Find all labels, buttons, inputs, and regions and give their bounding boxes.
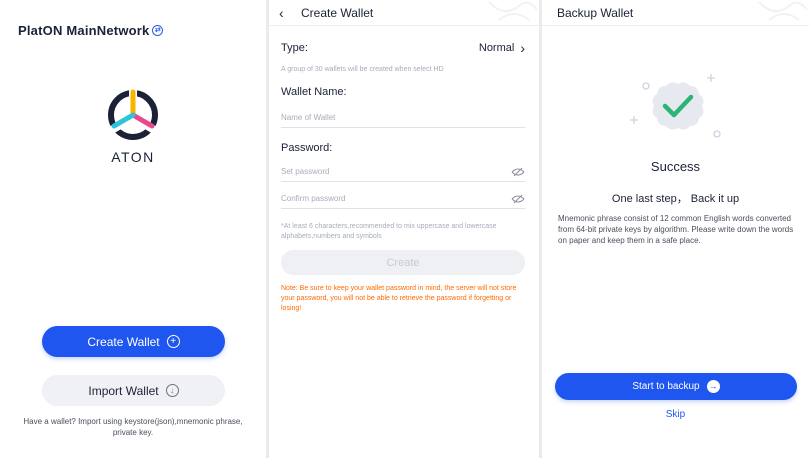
switch-icon[interactable]: ⇄ <box>152 25 164 36</box>
success-check-icon <box>630 74 721 138</box>
backup-description: Mnemonic phrase consist of 12 common Eng… <box>558 214 794 245</box>
plus-circle-icon: + <box>166 335 180 348</box>
corner-decoration <box>758 1 808 21</box>
import-wallet-label: Import Wallet <box>88 383 159 398</box>
page-title: Create Wallet <box>301 5 374 20</box>
chevron-right-icon: › <box>520 40 525 56</box>
back-icon[interactable]: ‹ <box>279 5 301 21</box>
eye-hidden-icon[interactable] <box>511 194 525 204</box>
create-wallet-label: Create Wallet <box>87 334 160 349</box>
network-title: PlatON MainNetwork <box>18 23 150 38</box>
create-wallet-screen: ‹ Create Wallet Type: Normal › A group o… <box>269 0 539 458</box>
confirm-password-field[interactable]: Confirm password <box>281 189 525 209</box>
eye-hidden-icon[interactable] <box>511 167 525 177</box>
corner-decoration <box>488 1 538 21</box>
import-wallet-button[interactable]: Import Wallet ↓ <box>42 375 225 406</box>
skip-link[interactable]: Skip <box>542 409 809 420</box>
arrow-right-circle-icon: → <box>706 380 720 393</box>
backup-wallet-screen: Backup Wallet Success One last step， Bac… <box>542 0 809 458</box>
import-hint: Have a wallet? Import using keystore(jso… <box>23 417 243 437</box>
success-title: Success <box>650 159 701 174</box>
password-hint: *At least 6 characters,recommended to mi… <box>281 223 497 240</box>
type-value: Normal <box>478 42 515 54</box>
page-title: Backup Wallet <box>557 5 634 20</box>
wallet-type-selector[interactable]: Type: Normal › <box>281 40 525 56</box>
password-label: Password: <box>281 142 333 154</box>
welcome-screen: PlatON MainNetwork ⇄ ATON Create Wallet … <box>0 0 266 458</box>
start-backup-button[interactable]: Start to backup → <box>555 373 797 400</box>
password-placeholder: Set password <box>281 167 330 176</box>
type-label: Type: <box>281 42 308 54</box>
password-warning: Note: Be sure to keep your wallet passwo… <box>281 285 517 312</box>
password-field[interactable]: Set password <box>281 162 525 182</box>
wallet-name-field[interactable]: Name of Wallet <box>281 108 525 128</box>
aton-logo <box>107 87 159 140</box>
backup-subtitle: One last step， Back it up <box>611 193 740 205</box>
brand-name: ATON <box>111 149 155 165</box>
wallet-name-placeholder: Name of Wallet <box>281 113 336 122</box>
download-circle-icon: ↓ <box>165 384 179 397</box>
create-button[interactable]: Create <box>281 250 525 275</box>
start-backup-label: Start to backup <box>632 381 700 392</box>
type-hint: A group of 30 wallets will be created wh… <box>281 66 444 73</box>
confirm-password-placeholder: Confirm password <box>281 194 346 203</box>
create-wallet-button[interactable]: Create Wallet + <box>42 326 225 357</box>
wallet-name-label: Wallet Name: <box>281 86 347 98</box>
network-selector[interactable]: PlatON MainNetwork ⇄ <box>18 23 164 38</box>
